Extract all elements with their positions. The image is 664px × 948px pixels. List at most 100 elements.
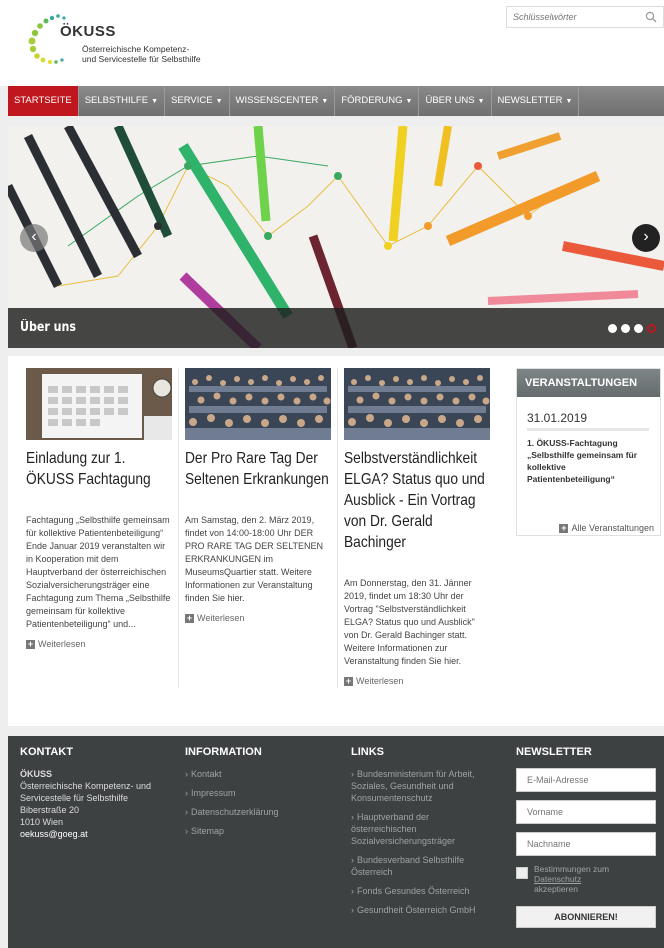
caret-down-icon: ▼ — [565, 98, 573, 105]
caret-down-icon: ▼ — [405, 98, 413, 105]
nav-item-ueber-uns[interactable]: ÜBER UNS ▼ — [419, 86, 492, 116]
nav-item-newsletter[interactable]: NEWSLETTER ▼ — [492, 86, 580, 116]
footer-link-impressum[interactable]: › Impressum — [185, 787, 325, 799]
read-more-label: Weiterlesen — [197, 613, 245, 623]
chevron-right-icon: › — [185, 807, 188, 817]
footer-link-bundesverband[interactable]: › Bundesverband Selbsthilfe Österreich — [351, 854, 491, 878]
footer-link-ministerium[interactable]: › Bundesministerium für Arbeit, Soziales,… — [351, 768, 491, 804]
consent-pre: Bestimmungen zum — [534, 864, 610, 874]
chevron-right-icon: › — [185, 788, 188, 798]
slider-next-button[interactable]: › — [632, 224, 660, 252]
footer-link-label: Kontakt — [191, 769, 222, 779]
newsletter-firstname-input[interactable] — [516, 800, 656, 824]
consent-post: akzeptieren — [534, 884, 578, 894]
events-heading: VERANSTALTUNGEN — [517, 369, 660, 397]
read-more-label: Weiterlesen — [38, 639, 86, 649]
nav-label: SELBSTHILFE — [84, 95, 149, 106]
site-footer: KONTAKT ÖKUSS Österreichische Kompetenz-… — [8, 736, 664, 948]
footer-link-datenschutz[interactable]: › Datenschutzerklärung — [185, 806, 325, 818]
column-divider — [337, 368, 338, 688]
footer-link-label: Bundesministerium für Arbeit, Soziales, … — [351, 769, 475, 803]
slider-dots — [608, 324, 656, 333]
footer-link-label: Datenschutzerklärung — [191, 807, 279, 817]
content-area: Einladung zur 1. ÖKUSS Fachtagung Fachta… — [8, 356, 664, 726]
footer-link-label: Sitemap — [191, 826, 225, 836]
chevron-right-icon: › — [351, 855, 354, 865]
consent-checkbox[interactable] — [516, 867, 528, 879]
article-text: Am Donnerstag, den 31. Jänner 2019, find… — [344, 578, 475, 666]
footer-contact: KONTAKT ÖKUSS Österreichische Kompetenz-… — [20, 746, 170, 840]
footer-heading: INFORMATION — [185, 746, 262, 758]
event-date[interactable]: 31.01.2019 — [527, 411, 660, 425]
nav-item-startseite[interactable]: STARTSEITE — [8, 86, 79, 116]
article-text: Fachtagung „Selbsthilfe gemeinsam für ko… — [26, 515, 171, 629]
events-widget: VERANSTALTUNGEN 31.01.2019 1. ÖKUSS-Fach… — [516, 368, 661, 536]
slider-dot-active[interactable] — [647, 324, 656, 333]
footer-newsletter: NEWSLETTER Bestimmungen zum Datenschutz … — [516, 746, 662, 928]
contact-city: 1010 Wien — [20, 817, 64, 827]
main-nav: STARTSEITE SELBSTHILFE ▼ SERVICE ▼ WISSENS… — [8, 86, 664, 116]
contact-name: ÖKUSS — [20, 769, 53, 779]
read-more-link[interactable]: + Weiterlesen — [185, 613, 331, 623]
read-more-label: Weiterlesen — [356, 676, 404, 686]
article-text: Am Samstag, den 2. März 2019, findet von… — [185, 515, 324, 603]
slider-dot[interactable] — [608, 324, 617, 333]
chevron-right-icon: › — [185, 826, 188, 836]
site-logo[interactable]: ÖKUSS Österreichische Kompetenz- und Ser… — [22, 12, 222, 66]
subscribe-button[interactable]: ABONNIEREN! — [516, 906, 656, 928]
read-more-link[interactable]: + Weiterlesen — [344, 676, 490, 686]
newsletter-lastname-input[interactable] — [516, 832, 656, 856]
consent-row: Bestimmungen zum Datenschutz akzeptieren — [516, 864, 662, 894]
slider-dot[interactable] — [621, 324, 630, 333]
contact-email-link[interactable]: oekuss@goeg.at — [20, 828, 170, 840]
footer-links: LINKS › Bundesministerium für Arbeit, Soz… — [351, 746, 491, 923]
nav-item-selbsthilfe[interactable]: SELBSTHILFE ▼ — [79, 86, 166, 116]
nav-item-wissenscenter[interactable]: WISSENSCENTER ▼ — [230, 86, 336, 116]
footer-link-hauptverband[interactable]: › Hauptverband der österreichischen Sozia… — [351, 811, 491, 847]
read-more-link[interactable]: + Weiterlesen — [26, 639, 172, 649]
nav-item-service[interactable]: SERVICE ▼ — [165, 86, 230, 116]
nav-item-foerderung[interactable]: FÖRDERUNG ▼ — [335, 86, 420, 116]
logo-subtitle-2: und Servicestelle für Selbsthilfe — [82, 54, 201, 64]
footer-link-fonds[interactable]: › Fonds Gesundes Österreich — [351, 885, 491, 897]
article-title[interactable]: Einladung zur 1. ÖKUSS Fachtagung — [26, 448, 172, 490]
plus-icon: + — [344, 675, 353, 686]
footer-link-label: Fonds Gesundes Österreich — [357, 886, 470, 896]
footer-link-label: Gesundheit Österreich GmbH — [357, 905, 476, 915]
plus-icon: + — [26, 638, 35, 649]
footer-link-goeg[interactable]: › Gesundheit Österreich GmbH — [351, 904, 491, 916]
all-events-label: Alle Veranstaltungen — [571, 523, 654, 533]
chevron-right-icon: › — [185, 769, 188, 779]
chevron-right-icon: › — [351, 769, 354, 779]
search-input[interactable] — [507, 7, 637, 27]
article-image-crowd[interactable] — [344, 368, 490, 440]
nav-label: SERVICE — [171, 95, 213, 106]
plus-icon: + — [185, 612, 194, 623]
plus-icon: + — [559, 522, 569, 533]
logo-subtitle-1: Österreichische Kompetenz- — [82, 44, 190, 54]
caret-down-icon: ▼ — [215, 98, 223, 105]
footer-heading: LINKS — [351, 746, 384, 758]
caret-down-icon: ▼ — [477, 98, 485, 105]
contact-org: Österreichische Kompetenz- und Servicest… — [20, 781, 152, 803]
event-title[interactable]: 1. ÖKUSS-Fachtagung „Selbsthilfe gemeins… — [527, 437, 650, 485]
slider-prev-button[interactable]: ‹ — [20, 224, 48, 252]
consent-text: Bestimmungen zum Datenschutz akzeptieren — [534, 864, 609, 894]
article-image-crowd[interactable] — [185, 368, 331, 440]
newsletter-email-input[interactable] — [516, 768, 656, 792]
event-divider — [527, 428, 649, 431]
slide-caption-text[interactable]: Über uns — [20, 320, 76, 335]
all-events-link[interactable]: + Alle Veranstaltungen — [559, 523, 654, 533]
footer-link-sitemap[interactable]: › Sitemap — [185, 825, 325, 837]
article-title[interactable]: Selbstverständlichkeit ELGA? Status quo … — [344, 448, 490, 553]
article-title[interactable]: Der Pro Rare Tag Der Seltenen Erkrankung… — [185, 448, 331, 490]
footer-link-kontakt[interactable]: › Kontakt — [185, 768, 325, 780]
article-image-calendar[interactable] — [26, 368, 172, 440]
slider-dot[interactable] — [634, 324, 643, 333]
chevron-right-icon: › — [351, 812, 354, 822]
privacy-link[interactable]: Datenschutz — [534, 874, 581, 884]
search-icon[interactable] — [645, 11, 657, 23]
slide-caption: Über uns — [8, 308, 664, 348]
article-card: Selbstverständlichkeit ELGA? Status quo … — [344, 368, 490, 686]
nav-label: WISSENSCENTER — [235, 95, 319, 106]
